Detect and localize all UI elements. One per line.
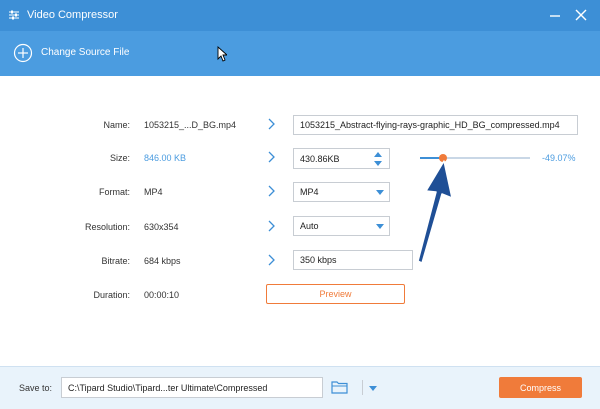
original-duration: 00:00:10 xyxy=(144,290,180,300)
name-label: Name: xyxy=(103,120,130,130)
size-value: 430.86KB xyxy=(300,153,340,164)
window-title: Video Compressor xyxy=(27,9,118,21)
format-label: Format: xyxy=(98,187,130,197)
resolution-label: Resolution: xyxy=(84,222,130,232)
chevron-right-icon xyxy=(268,151,275,163)
original-name: 1053215_...D_BG.mp4 xyxy=(144,120,237,130)
duration-label: Duration: xyxy=(93,290,130,300)
folder-icon[interactable] xyxy=(331,380,348,394)
output-name-value: 1053215_Abstract-flying-rays-graphic_HD_… xyxy=(300,120,560,130)
output-name-field[interactable]: 1053215_Abstract-flying-rays-graphic_HD_… xyxy=(293,115,578,135)
save-path-value: C:\Tipard Studio\Tipard...ter Ultimate\C… xyxy=(68,382,268,393)
mouse-cursor-icon xyxy=(217,46,227,62)
bitrate-field[interactable]: 350 kbps xyxy=(293,250,413,270)
preview-button[interactable]: Preview xyxy=(266,284,405,304)
compress-button[interactable]: Compress xyxy=(499,377,582,398)
chevron-down-icon xyxy=(376,190,384,195)
chevron-down-icon[interactable] xyxy=(369,386,377,391)
compression-percent: -49.07% xyxy=(542,153,576,163)
sliders-icon xyxy=(9,10,19,20)
format-select[interactable]: MP4 xyxy=(293,182,390,202)
bitrate-value: 350 kbps xyxy=(300,255,337,265)
size-slider[interactable] xyxy=(420,154,530,162)
bitrate-label: Bitrate: xyxy=(101,256,130,266)
title-bar: Video Compressor xyxy=(0,0,600,31)
path-divider xyxy=(362,380,363,395)
save-to-label: Save to: xyxy=(19,383,53,393)
toolbar: Change Source File xyxy=(0,31,600,76)
original-size: 846.00 KB xyxy=(144,153,187,163)
size-stepper[interactable]: 430.86KB xyxy=(293,148,390,169)
format-value: MP4 xyxy=(300,187,319,197)
resolution-select[interactable]: Auto xyxy=(293,216,390,236)
minimize-icon[interactable] xyxy=(547,7,563,23)
chevron-right-icon xyxy=(268,254,275,266)
stepper-down-icon[interactable] xyxy=(374,161,382,166)
resolution-value: Auto xyxy=(300,221,319,231)
change-source-file-button[interactable]: Change Source File xyxy=(41,47,129,58)
original-bitrate: 684 kbps xyxy=(144,256,181,266)
chevron-right-icon xyxy=(268,118,275,130)
plus-circle-icon[interactable] xyxy=(13,43,33,63)
size-label: Size: xyxy=(109,153,130,163)
chevron-down-icon xyxy=(376,224,384,229)
original-resolution: 630x354 xyxy=(144,222,179,232)
chevron-right-icon xyxy=(268,220,275,232)
original-format: MP4 xyxy=(144,187,163,197)
chevron-right-icon xyxy=(268,185,275,197)
arrow-up-icon xyxy=(417,160,453,264)
close-icon[interactable] xyxy=(573,7,589,23)
stepper-up-icon[interactable] xyxy=(374,152,382,157)
save-path-select[interactable]: C:\Tipard Studio\Tipard...ter Ultimate\C… xyxy=(61,377,377,398)
